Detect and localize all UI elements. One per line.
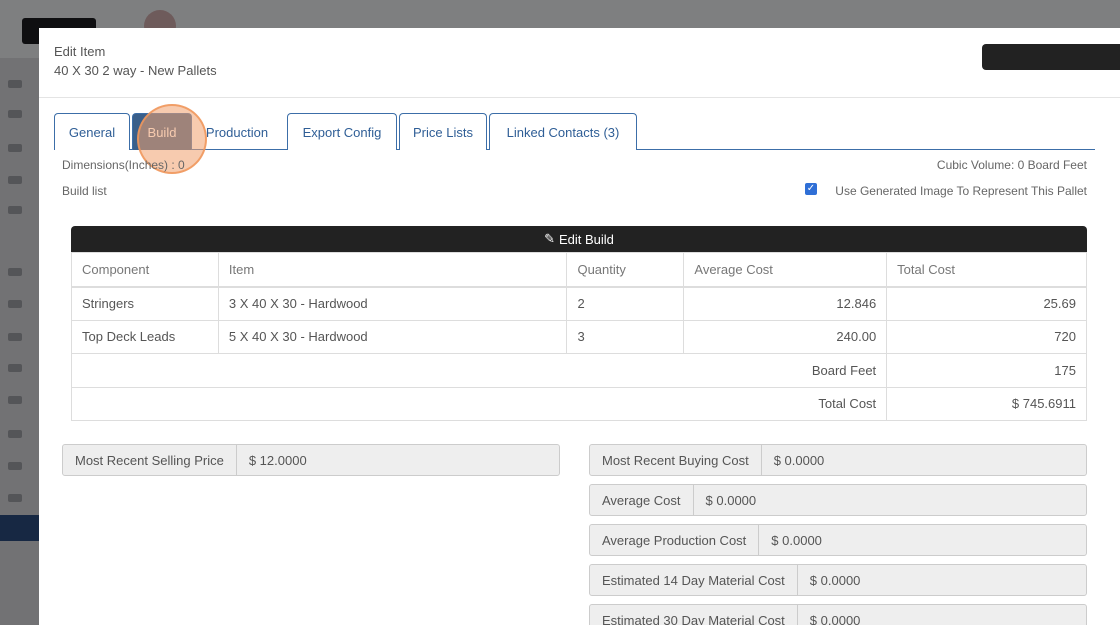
- total-cost-cell: 720: [886, 319, 1087, 354]
- price-value: $ 0.0000: [809, 572, 861, 588]
- price-value: $ 0.0000: [705, 492, 757, 508]
- tab-build[interactable]: Build: [132, 113, 192, 150]
- tab-linked-contacts[interactable]: Linked Contacts (3): [489, 113, 637, 150]
- modal-header: Edit Item 40 X 30 2 way - New Pallets: [39, 28, 1120, 98]
- estimated-30-day-material-cost: Estimated 30 Day Material Cost $ 0.0000: [589, 604, 1087, 625]
- estimated-14-day-material-cost: Estimated 14 Day Material Cost $ 0.0000: [589, 564, 1087, 596]
- use-generated-image-checkbox[interactable]: ✓: [805, 183, 817, 195]
- table-row: Top Deck Leads 5 X 40 X 30 - Hardwood 3 …: [71, 319, 1087, 354]
- price-label: Most Recent Buying Cost: [590, 445, 762, 475]
- modal-subtitle: 40 X 30 2 way - New Pallets: [54, 63, 217, 78]
- avg-cost-cell: 240.00: [683, 319, 888, 354]
- build-table: Component Item Quantity Average Cost Tot…: [70, 252, 1087, 421]
- edit-build-label: Edit Build: [558, 231, 614, 247]
- column-header: Total Cost: [886, 252, 1087, 288]
- price-label: Most Recent Selling Price: [63, 445, 237, 475]
- most-recent-buying-cost: Most Recent Buying Cost $ 0.0000: [589, 444, 1087, 476]
- header-action-button[interactable]: [982, 44, 1120, 70]
- item-cell: 5 X 40 X 30 - Hardwood: [217, 319, 568, 354]
- price-label: Average Production Cost: [590, 525, 760, 555]
- tab-general[interactable]: General: [54, 113, 130, 150]
- average-cost: Average Cost $ 0.0000: [589, 484, 1087, 516]
- column-header: Item: [217, 252, 568, 288]
- price-value: $ 0.0000: [771, 532, 822, 548]
- component-cell: Stringers: [71, 286, 219, 321]
- tab-bar: General Build Production Export Config P…: [54, 113, 1095, 150]
- price-label: Average Cost: [590, 485, 694, 515]
- board-feet-row: Board Feet 175: [70, 353, 1087, 388]
- tab-price-lists[interactable]: Price Lists: [399, 113, 487, 150]
- average-production-cost: Average Production Cost $ 0.0000: [589, 524, 1087, 556]
- price-value: $ 0.0000: [809, 612, 861, 625]
- tab-export-config[interactable]: Export Config: [287, 113, 397, 150]
- column-header: Average Cost: [683, 252, 888, 288]
- total-cost-label: Total Cost: [70, 386, 888, 421]
- quantity-cell: 3: [566, 319, 685, 354]
- avg-cost-cell: 12.846: [683, 286, 888, 321]
- dimensions-text: Dimensions(Inches) : 0: [62, 158, 185, 172]
- build-list-label: Build list: [62, 184, 107, 198]
- table-row: Stringers 3 X 40 X 30 - Hardwood 2 12.84…: [71, 286, 1087, 321]
- use-generated-image-label[interactable]: Use Generated Image To Represent This Pa…: [835, 184, 1087, 198]
- board-feet-value: 175: [886, 353, 1087, 388]
- cubic-volume-text: Cubic Volume: 0 Board Feet: [936, 158, 1087, 172]
- modal-title: Edit Item: [54, 44, 106, 59]
- price-label: Estimated 14 Day Material Cost: [590, 565, 798, 595]
- board-feet-label: Board Feet: [70, 353, 888, 388]
- component-cell: Top Deck Leads: [71, 319, 219, 354]
- edit-icon: ✎: [544, 231, 555, 246]
- table-header-row: Component Item Quantity Average Cost Tot…: [71, 252, 1087, 288]
- edit-item-modal: Edit Item 40 X 30 2 way - New Pallets Ge…: [39, 28, 1120, 625]
- total-cost-cell: 25.69: [886, 286, 1087, 321]
- column-header: Quantity: [566, 252, 685, 288]
- total-cost-row: Total Cost $ 745.6911: [70, 386, 1087, 421]
- total-cost-value: $ 745.6911: [886, 386, 1087, 421]
- tab-production[interactable]: Production: [194, 113, 280, 150]
- price-value: $ 12.0000: [248, 452, 307, 468]
- item-cell: 3 X 40 X 30 - Hardwood: [217, 286, 568, 321]
- quantity-cell: 2: [566, 286, 685, 321]
- price-value: $ 0.0000: [773, 452, 825, 468]
- column-header: Component: [71, 252, 219, 288]
- edit-build-button[interactable]: ✎ Edit Build: [71, 226, 1087, 252]
- most-recent-selling-price: Most Recent Selling Price $ 12.0000: [62, 444, 560, 476]
- price-label: Estimated 30 Day Material Cost: [590, 605, 798, 625]
